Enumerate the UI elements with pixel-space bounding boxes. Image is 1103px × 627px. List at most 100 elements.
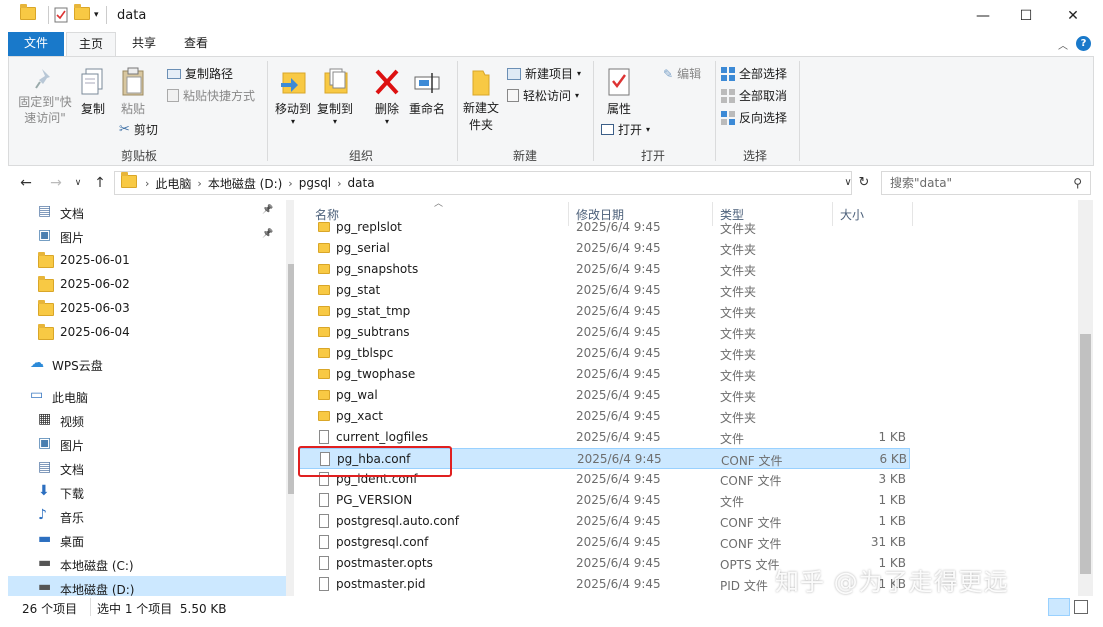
nav-item[interactable]: ▤ 文档 xyxy=(8,456,286,480)
file-row[interactable]: pg_replslot 2025/6/4 9:45 文件夹 xyxy=(298,217,910,238)
copy-button[interactable]: 复制 xyxy=(77,67,109,117)
scrollbar-thumb[interactable] xyxy=(1080,334,1091,574)
nav-item[interactable]: ⬇ 下载 xyxy=(8,480,286,504)
copy-to-button[interactable]: 复制到 ▾ xyxy=(315,67,355,126)
file-date: 2025/6/4 9:45 xyxy=(576,493,661,507)
file-row[interactable]: postgresql.conf 2025/6/4 9:45 CONF 文件 31 KB xyxy=(298,532,910,553)
pin-icon[interactable]: 📌 xyxy=(262,205,273,215)
breadcrumb-data[interactable]: data xyxy=(342,176,381,190)
nav-scrollbar[interactable] xyxy=(286,200,294,596)
file-row[interactable]: pg_snapshots 2025/6/4 9:45 文件夹 xyxy=(298,259,910,280)
nav-item[interactable]: 2025-06-02 xyxy=(8,272,286,296)
tab-view[interactable]: 查看 xyxy=(174,32,218,56)
open-button[interactable]: 打开 ▾ xyxy=(601,121,650,138)
file-row[interactable]: pg_xact 2025/6/4 9:45 文件夹 xyxy=(298,406,910,427)
address-bar[interactable]: › 此电脑 › 本地磁盘 (D:) › pgsql › data xyxy=(114,171,852,195)
nav-item[interactable]: 2025-06-01 xyxy=(8,248,286,272)
file-size: 1 KB xyxy=(878,514,906,528)
properties-button[interactable]: 属性 xyxy=(599,67,639,117)
select-all-button[interactable]: 全部选择 xyxy=(721,65,787,82)
paste-shortcut-button[interactable]: 粘贴快捷方式 xyxy=(167,87,255,104)
back-button[interactable]: ← xyxy=(14,170,38,196)
file-icon xyxy=(319,556,329,570)
status-bar: 26 个项目 选中 1 个项目 5.50 KB xyxy=(0,598,1103,618)
collapse-ribbon-icon[interactable]: ︿ xyxy=(1058,37,1068,52)
properties-icon[interactable] xyxy=(54,7,68,23)
new-folder-button[interactable]: 新建文件夹 xyxy=(461,67,501,134)
edit-button[interactable]: ✎ 编辑 xyxy=(663,65,701,82)
nav-item[interactable]: ♪ 音乐 xyxy=(8,504,286,528)
paste-icon xyxy=(122,67,144,96)
recent-locations-button[interactable]: ∨ xyxy=(66,170,90,196)
breadcrumb-drive-d[interactable]: 本地磁盘 (D:) xyxy=(202,175,288,192)
details-view-icon[interactable] xyxy=(1048,598,1070,616)
minimize-button[interactable]: — xyxy=(960,0,1006,32)
scrollbar-thumb[interactable] xyxy=(288,264,294,494)
nav-item[interactable]: ▬ 本地磁盘 (D:) xyxy=(8,576,286,596)
nav-item[interactable]: ▣ 图片 xyxy=(8,432,286,456)
paste-button[interactable]: 粘贴 xyxy=(115,67,151,117)
nav-item[interactable]: ▭ 此电脑 xyxy=(8,384,286,408)
help-icon[interactable]: ? xyxy=(1076,36,1091,51)
up-button[interactable]: ↑ xyxy=(88,170,112,196)
file-row[interactable]: pg_stat 2025/6/4 9:45 文件夹 xyxy=(298,280,910,301)
forward-button[interactable]: → xyxy=(44,170,68,196)
maximize-button[interactable]: ☐ xyxy=(1003,0,1049,32)
file-date: 2025/6/4 9:45 xyxy=(576,556,661,570)
folder-icon xyxy=(121,172,137,191)
nav-item[interactable]: ▦ 视频 xyxy=(8,408,286,432)
file-row[interactable]: PG_VERSION 2025/6/4 9:45 文件 1 KB xyxy=(298,490,910,511)
file-date: 2025/6/4 9:45 xyxy=(576,367,661,381)
nav-item[interactable]: ▤ 文档 📌 xyxy=(8,200,286,224)
breadcrumb-pgsql[interactable]: pgsql xyxy=(293,176,337,190)
refresh-button[interactable]: ↻ xyxy=(852,170,876,196)
move-to-button[interactable]: 移动到 ▾ xyxy=(273,67,313,126)
close-button[interactable]: ✕ xyxy=(1050,0,1096,32)
tab-home[interactable]: 主页 xyxy=(66,32,116,56)
delete-button[interactable]: 删除 ▾ xyxy=(369,67,405,126)
new-folder-label: 新建文件夹 xyxy=(462,101,499,132)
folder-icon xyxy=(38,276,54,292)
copy-path-button[interactable]: 复制路径 xyxy=(167,65,233,82)
file-type: 文件夹 xyxy=(720,285,757,299)
tab-share[interactable]: 共享 xyxy=(122,32,166,56)
nav-item[interactable]: ▬ 桌面 xyxy=(8,528,286,552)
file-row[interactable]: pg_tblspc 2025/6/4 9:45 文件夹 xyxy=(298,343,910,364)
item-count: 26 个项目 xyxy=(22,602,78,616)
pin-quick-access-button[interactable]: 固定到"快速访问" xyxy=(13,67,77,126)
copy-icon xyxy=(81,68,103,95)
folder-icon xyxy=(318,327,330,337)
file-type: 文件夹 xyxy=(720,306,757,320)
file-row[interactable]: current_logfiles 2025/6/4 9:45 文件 1 KB xyxy=(298,427,910,448)
file-row[interactable]: pg_twophase 2025/6/4 9:45 文件夹 xyxy=(298,364,910,385)
nav-item[interactable]: ▬ 本地磁盘 (C:) xyxy=(8,552,286,576)
tab-file[interactable]: 文件 xyxy=(8,32,64,56)
file-type: 文件夹 xyxy=(720,327,757,341)
file-row[interactable]: pg_stat_tmp 2025/6/4 9:45 文件夹 xyxy=(298,301,910,322)
file-row[interactable]: pg_subtrans 2025/6/4 9:45 文件夹 xyxy=(298,322,910,343)
easy-access-button[interactable]: 轻松访问 ▾ xyxy=(507,87,579,104)
folder-icon xyxy=(318,285,330,295)
file-type: CONF 文件 xyxy=(721,454,783,468)
search-input[interactable]: 搜索"data" ⚲ xyxy=(881,171,1091,195)
rename-button[interactable]: 重命名 xyxy=(407,67,447,117)
customize-toolbar-icon[interactable]: ▾ xyxy=(94,10,99,20)
select-all-label: 全部选择 xyxy=(739,67,788,81)
breadcrumb-this-pc[interactable]: 此电脑 xyxy=(149,175,197,192)
select-none-button[interactable]: 全部取消 xyxy=(721,87,787,104)
file-list-scrollbar[interactable] xyxy=(1078,200,1093,596)
file-row[interactable]: pg_serial 2025/6/4 9:45 文件夹 xyxy=(298,238,910,259)
nav-item[interactable]: ☁ WPS云盘 xyxy=(8,352,286,376)
file-row[interactable]: pg_wal 2025/6/4 9:45 文件夹 xyxy=(298,385,910,406)
new-item-button[interactable]: 新建项目 ▾ xyxy=(507,65,581,82)
file-row[interactable]: postgresql.auto.conf 2025/6/4 9:45 CONF 文件… xyxy=(298,511,910,532)
large-icons-view-icon[interactable] xyxy=(1074,600,1088,614)
nav-item[interactable]: 2025-06-03 xyxy=(8,296,286,320)
nav-item[interactable]: 2025-06-04 xyxy=(8,320,286,344)
new-folder-icon[interactable] xyxy=(74,4,90,20)
cut-button[interactable]: ✂ 剪切 xyxy=(119,121,158,138)
copy-path-icon xyxy=(167,68,181,79)
pin-icon[interactable]: 📌 xyxy=(262,229,273,239)
nav-item[interactable]: ▣ 图片 📌 xyxy=(8,224,286,248)
invert-selection-button[interactable]: 反向选择 xyxy=(721,109,787,126)
